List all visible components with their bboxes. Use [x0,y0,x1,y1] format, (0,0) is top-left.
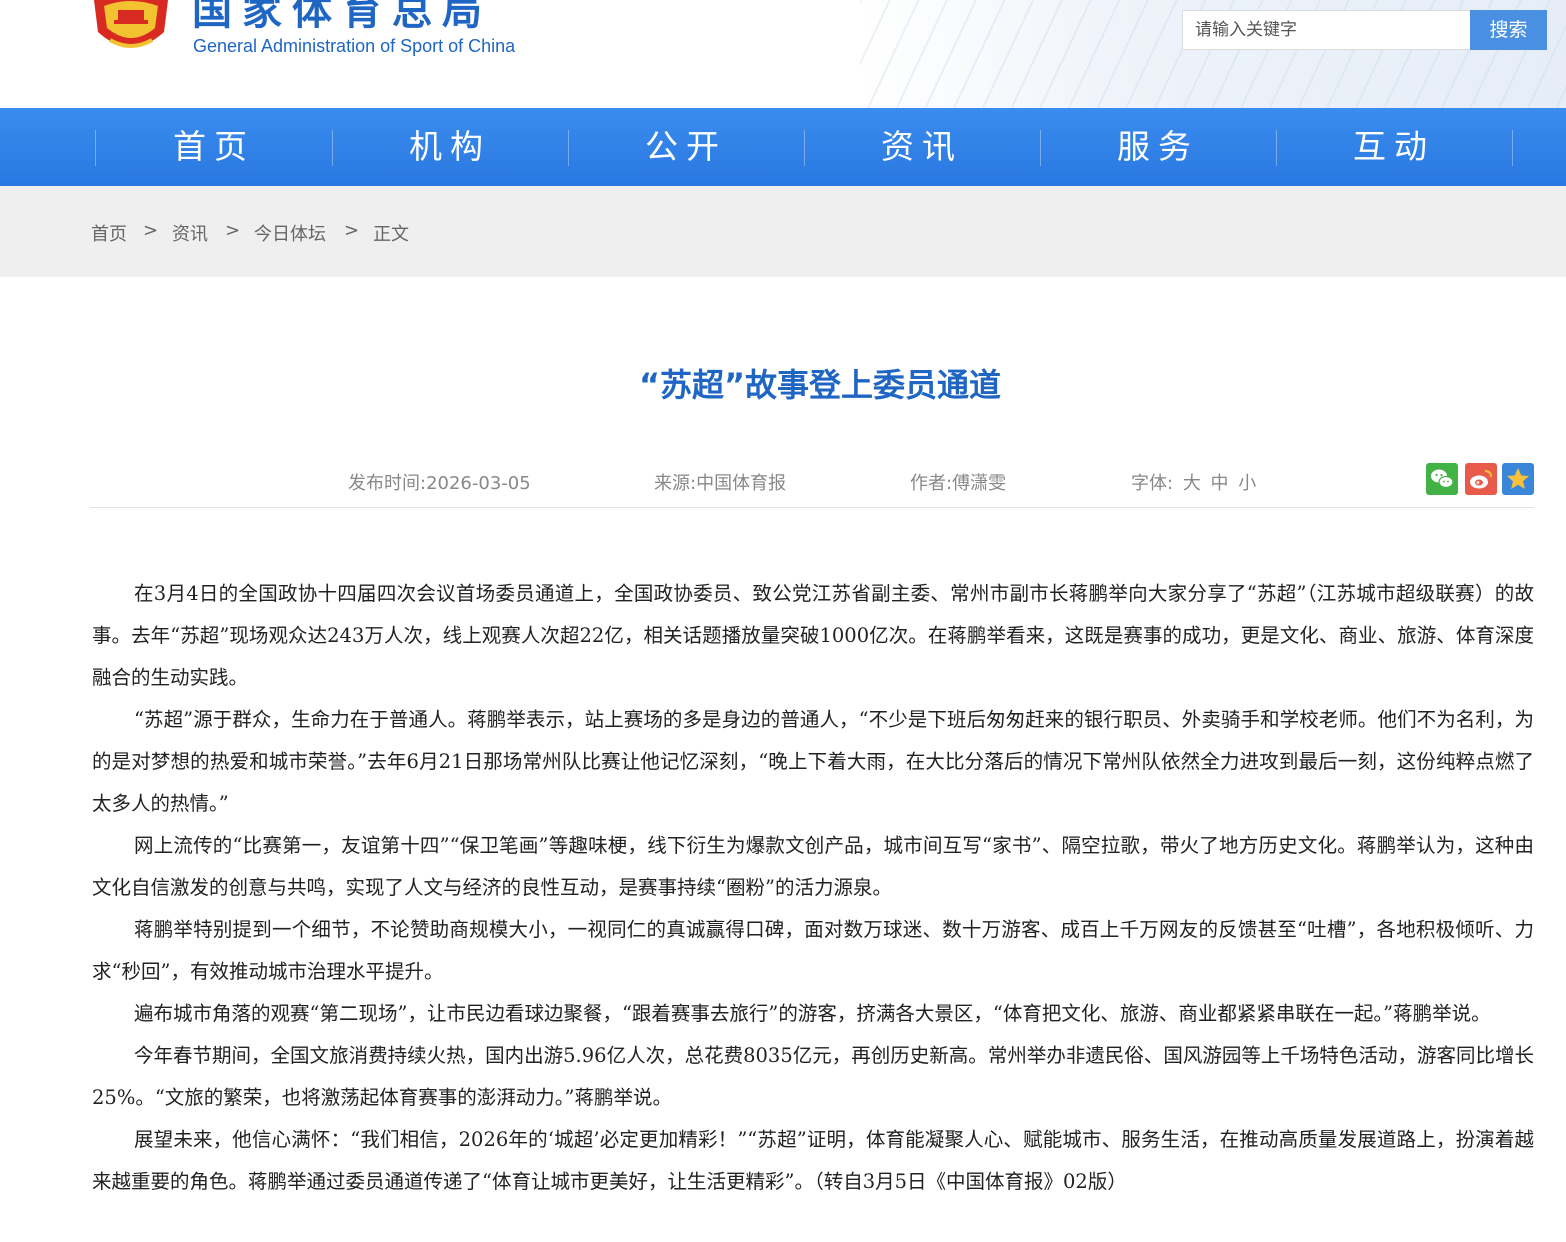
nav-item-interaction[interactable]: 互动 [1276,108,1512,186]
weibo-share-icon[interactable] [1465,463,1497,495]
font-size-small[interactable]: 小 [1238,473,1256,494]
nav-separator [1512,130,1513,166]
breadcrumb-home[interactable]: 首页 [91,220,127,246]
nav-item-organization[interactable]: 机构 [332,108,568,186]
article-body: 在3月4日的全国政协十四届四次会议首场委员通道上，全国政协委员、致公党江苏省副主… [92,573,1534,1203]
article-paragraph: 蒋鹏举特别提到一个细节，不论赞助商规模大小，一视同仁的真诚赢得口碑，面对数万球迷… [92,918,1534,983]
nav-item-news[interactable]: 资讯 [804,108,1040,186]
publish-time: 发布时间:2026-03-05 [348,469,531,495]
article-title: “苏超”故事登上委员通道 [638,366,1002,404]
search-button[interactable]: 搜索 [1470,10,1547,50]
breadcrumb-separator: > [225,220,241,241]
site-name-en[interactable]: General Administration of Sport of China [193,36,515,57]
breadcrumb-current: 正文 [373,224,409,245]
font-size-switcher: 字体: 大 中 小 [1131,469,1256,495]
publish-time-label: 发布时间: [348,473,427,494]
breadcrumb: 首页 > 资讯 > 今日体坛 > 正文 [0,186,1566,277]
source-value: 中国体育报 [696,473,787,494]
article-paragraph: “苏超”源于群众，生命力在于普通人。蒋鹏举表示，站上赛场的多是身边的普通人，“不… [92,708,1534,815]
breadcrumb-separator: > [143,220,159,241]
breadcrumb-news[interactable]: 资讯 [172,220,208,246]
article-paragraph: 网上流传的“比赛第一，友谊第十四”“保卫笔画”等趣味梗，线下衍生为爆款文创产品，… [92,834,1534,899]
article-paragraph: 展望未来，他信心满怀：“我们相信，2026年的‘城超’必定更加精彩！”“苏超”证… [92,1128,1534,1193]
favorite-star-icon[interactable] [1502,463,1534,495]
author-label: 作者: [910,473,953,494]
source-label: 来源: [654,473,697,494]
article-paragraph: 在3月4日的全国政协十四届四次会议首场委员通道上，全国政协委员、致公党江苏省副主… [92,582,1534,689]
meta-divider [90,507,1534,508]
search-box: 搜索 [1182,10,1547,50]
article-author: 作者:傅潇雯 [910,469,1006,495]
breadcrumb-today-sports[interactable]: 今日体坛 [254,220,326,246]
nav-item-services[interactable]: 服务 [1040,108,1276,186]
national-emblem-icon[interactable] [90,0,172,56]
font-size-large[interactable]: 大 [1183,473,1201,494]
author-value: 傅潇雯 [952,473,1007,494]
site-header: 国家体育总局 General Administration of Sport o… [0,0,1566,108]
publish-date: 2026-03-05 [426,473,531,494]
main-nav: 首页 机构 公开 资讯 服务 互动 [0,108,1566,186]
article-paragraph: 遍布城市角落的观赛“第二现场”，让市民边看球边聚餐，“跟着赛事去旅行”的游客，挤… [134,1002,1491,1025]
nav-item-public[interactable]: 公开 [568,108,804,186]
font-size-medium[interactable]: 中 [1211,473,1229,494]
site-name-cn[interactable]: 国家体育总局 [192,0,492,36]
nav-item-home[interactable]: 首页 [96,108,332,186]
font-size-label: 字体: [1131,473,1174,494]
search-input[interactable] [1183,11,1469,49]
breadcrumb-separator: > [344,220,360,241]
wechat-share-icon[interactable] [1426,463,1458,495]
article-source: 来源:中国体育报 [654,469,786,495]
article-paragraph: 今年春节期间，全国文旅消费持续火热，国内出游5.96亿人次，总花费8035亿元，… [92,1044,1534,1109]
